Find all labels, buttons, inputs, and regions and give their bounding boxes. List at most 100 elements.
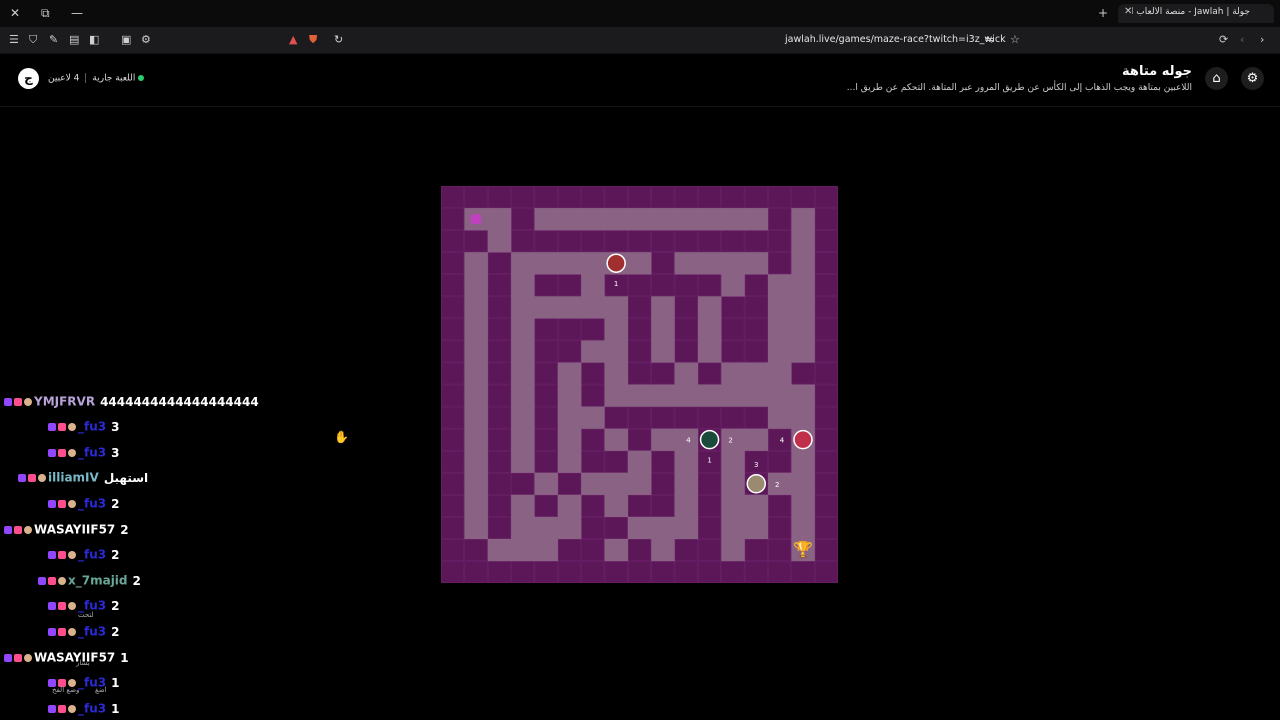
chat-username[interactable]: _fu3 bbox=[78, 420, 106, 434]
chat-badge-icon bbox=[38, 576, 46, 585]
chat-badge-icon bbox=[68, 550, 76, 559]
chat-badge-icon bbox=[58, 704, 66, 713]
chat-username[interactable]: WASAYIIF57 bbox=[34, 523, 115, 537]
chat-username[interactable]: illiamIV bbox=[48, 471, 99, 485]
maze-path-cell bbox=[581, 340, 605, 363]
chat-badge-icon bbox=[48, 550, 56, 559]
maze-path-cell bbox=[721, 516, 746, 540]
chat-badge-icon bbox=[68, 627, 76, 636]
maze-path-cell bbox=[487, 208, 512, 231]
jawlah-logo-icon[interactable]: ج bbox=[18, 68, 39, 89]
chat-username[interactable]: _fu3 bbox=[78, 548, 106, 562]
move-count-label: 3 bbox=[754, 461, 758, 469]
chat-badge-icon bbox=[14, 525, 22, 534]
maze-path-cell bbox=[581, 208, 605, 231]
maze-path-cell bbox=[511, 538, 535, 562]
maze-path-cell bbox=[767, 384, 792, 408]
maze-path-cell bbox=[557, 428, 582, 452]
maze-path-cell bbox=[581, 296, 605, 319]
chat-text: 2 bbox=[111, 547, 120, 562]
maze-path-cell bbox=[534, 252, 559, 275]
menu-icon[interactable]: ☰ bbox=[9, 33, 19, 47]
forward-icon[interactable]: › bbox=[1260, 33, 1264, 47]
maze-path-cell bbox=[791, 208, 816, 231]
maze-path-cell bbox=[557, 406, 582, 430]
chat-message: _fu3 2 bbox=[48, 496, 119, 514]
maze-path-cell bbox=[697, 252, 722, 275]
maze-path-cell bbox=[697, 208, 722, 231]
maze-path-cell bbox=[767, 274, 792, 297]
trophy-icon: 🏆 bbox=[793, 540, 813, 559]
maze-path-cell bbox=[464, 406, 489, 430]
maze-path-cell bbox=[721, 450, 746, 474]
maze-path-cell bbox=[627, 384, 652, 408]
new-tab-icon[interactable]: + bbox=[1098, 5, 1108, 21]
maze-path-cell bbox=[791, 494, 816, 518]
hint-trap: وضع الفخ bbox=[52, 686, 80, 694]
chat-badge-icon bbox=[48, 627, 56, 636]
maze-path-cell bbox=[767, 362, 792, 385]
minimize-window-icon[interactable]: — bbox=[71, 5, 83, 21]
maze-path-cell bbox=[767, 296, 792, 319]
sidebar-icon[interactable]: ◧ bbox=[89, 33, 99, 47]
maze-path-cell bbox=[627, 208, 652, 231]
maze-path-cell bbox=[557, 450, 582, 474]
chat-badge-icon bbox=[58, 422, 66, 431]
chat-badge-icon bbox=[48, 576, 56, 585]
maze-path-cell bbox=[534, 538, 559, 562]
chat-badge-icon bbox=[48, 422, 56, 431]
back-icon[interactable]: ‹ bbox=[1240, 33, 1244, 47]
hint-press: اضغ bbox=[95, 686, 107, 694]
address-bar[interactable]: jawlah.live/games/maze-race?twitch=i3z_w… bbox=[785, 34, 1006, 45]
chat-badge-icon bbox=[14, 397, 22, 406]
maze-path-cell bbox=[464, 252, 489, 275]
chat-badge-icon bbox=[14, 653, 22, 662]
chat-username[interactable]: _fu3 bbox=[78, 446, 106, 460]
maze-path-cell bbox=[604, 384, 629, 408]
bookmark-icon[interactable]: ☆ bbox=[1010, 33, 1020, 47]
site-settings-icon[interactable]: ⇋ bbox=[985, 33, 994, 47]
chat-username[interactable]: YMJFRVR bbox=[34, 395, 95, 409]
maze-path-cell bbox=[464, 362, 489, 385]
chat-text: 2 bbox=[111, 624, 120, 639]
maze-path-cell bbox=[604, 494, 629, 518]
vivaldi-icon[interactable]: ▲ bbox=[289, 33, 297, 47]
maze-path-cell bbox=[791, 252, 816, 275]
browser-tab[interactable]: ✕ جولة | Jawlah - منصة الألعاب التفا bbox=[1118, 4, 1274, 23]
maze-path-cell bbox=[464, 450, 489, 474]
maze-path-cell bbox=[767, 406, 792, 430]
chat-badge-icon bbox=[28, 473, 36, 482]
chat-username[interactable]: WASAYIIF57 bbox=[34, 651, 115, 665]
maximize-window-icon[interactable]: ⧉ bbox=[41, 5, 50, 21]
brave-shield-icon[interactable]: ⛊ bbox=[309, 33, 317, 47]
chat-username[interactable]: _fu3 bbox=[78, 625, 106, 639]
maze-path-cell bbox=[534, 472, 559, 496]
reader-icon[interactable]: ▣ bbox=[121, 33, 131, 47]
gear-icon: ⚙ bbox=[1246, 71, 1259, 86]
reload-page-icon[interactable]: ↻ bbox=[334, 33, 343, 47]
maze-path-cell bbox=[791, 450, 816, 474]
maze-path-cell bbox=[767, 472, 792, 496]
chat-text: 2 bbox=[111, 496, 120, 511]
extensions-icon[interactable]: ⚙ bbox=[141, 33, 151, 47]
tabs-icon[interactable]: ▤ bbox=[69, 33, 79, 47]
chat-username[interactable]: _fu3 bbox=[78, 702, 106, 716]
maze-path-cell bbox=[651, 538, 676, 562]
close-window-icon[interactable]: ✕ bbox=[10, 5, 20, 21]
settings-button[interactable]: ⚙ bbox=[1241, 67, 1264, 90]
maze-path-cell bbox=[697, 296, 722, 319]
maze-path-cell bbox=[791, 406, 816, 430]
chat-username[interactable]: _fu3 bbox=[78, 497, 106, 511]
refresh-icon[interactable]: ⟳ bbox=[1219, 33, 1228, 47]
chat-username[interactable]: x_7majid bbox=[68, 574, 128, 588]
brush-icon[interactable]: ✎ bbox=[49, 33, 58, 47]
maze-path-cell bbox=[627, 252, 652, 275]
chat-badge-icon bbox=[58, 576, 66, 585]
maze-path-cell bbox=[791, 472, 816, 496]
maze-path-cell bbox=[511, 318, 535, 341]
maze-path-cell bbox=[511, 362, 535, 385]
home-button[interactable]: ⌂ bbox=[1205, 67, 1228, 90]
maze-path-cell bbox=[744, 384, 769, 408]
shield-icon[interactable]: ⛉ bbox=[29, 33, 37, 47]
maze-path-cell bbox=[511, 450, 535, 474]
